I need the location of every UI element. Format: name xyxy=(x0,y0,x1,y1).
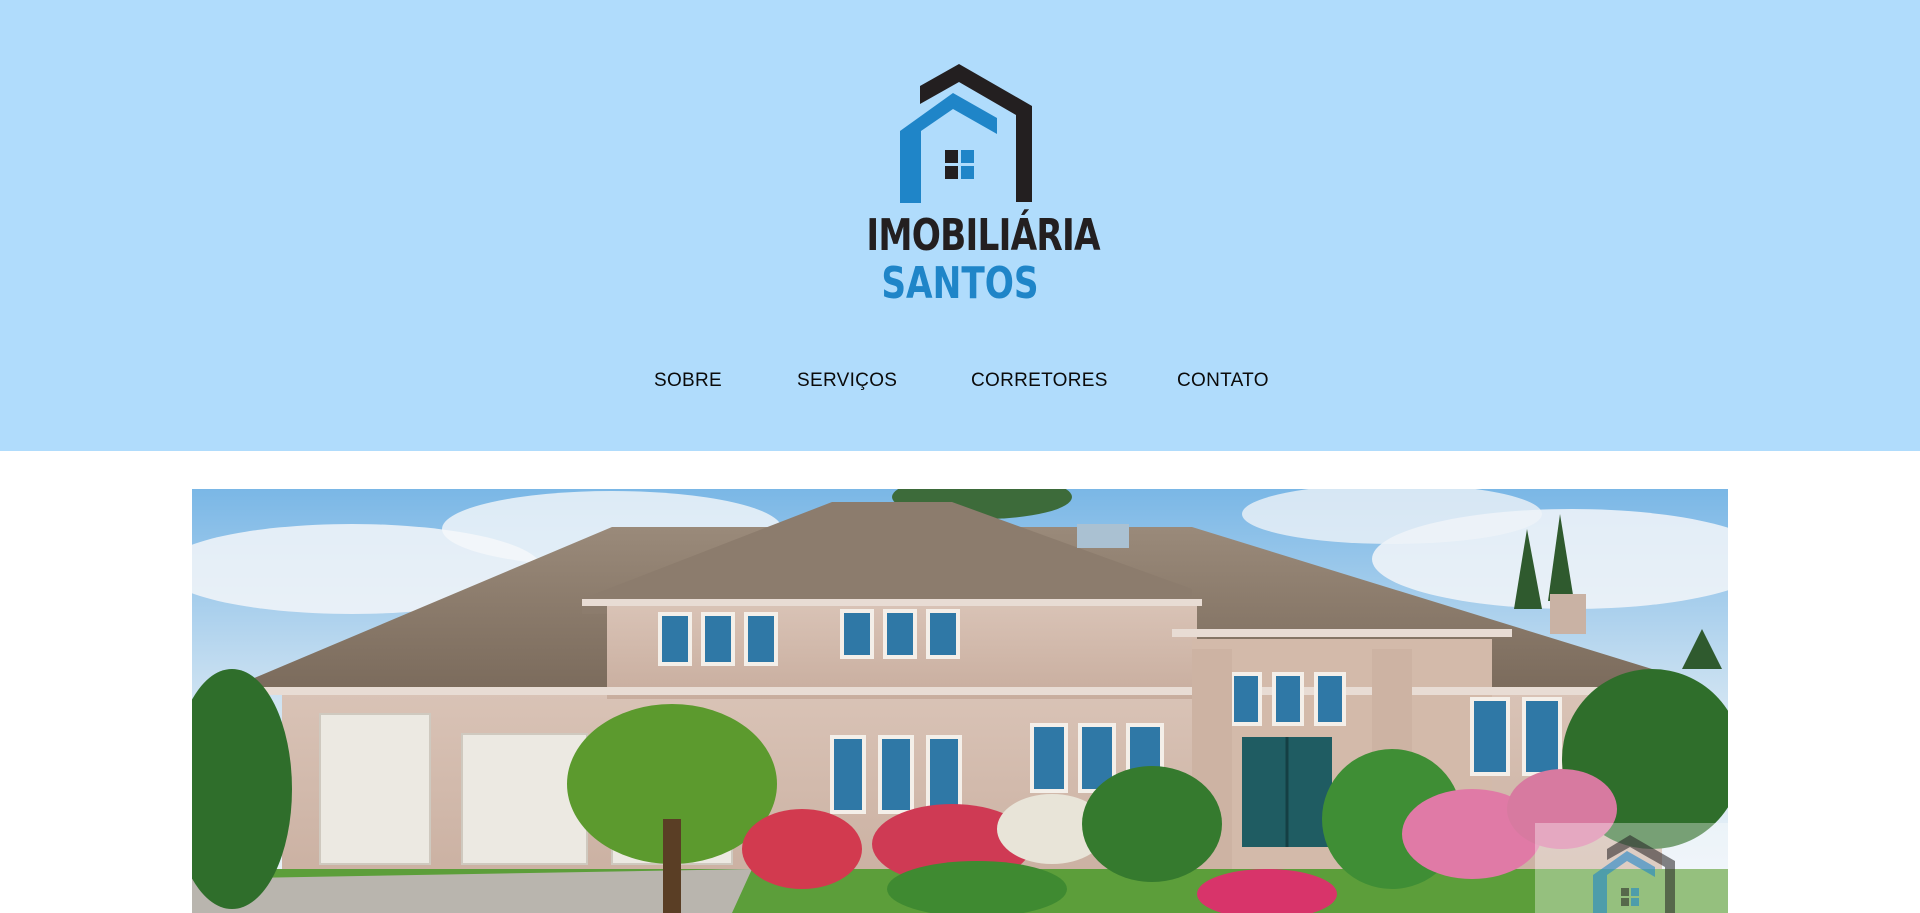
house-logo-icon xyxy=(900,64,1032,203)
site-header: IMOBILIÁRIA SANTOS SOBRE SERVIÇOS CORRET… xyxy=(0,0,1920,451)
brand-logo[interactable]: IMOBILIÁRIA SANTOS xyxy=(840,60,1101,310)
nav-item-corretores[interactable]: CORRETORES xyxy=(971,370,1108,392)
house-logo-icon xyxy=(1593,835,1675,913)
watermark-logo xyxy=(1535,823,1728,913)
main-nav: SOBRE SERVIÇOS CORRETORES CONTATO xyxy=(0,370,1920,396)
brand-name-line2: SANTOS xyxy=(881,258,1039,309)
nav-item-contato[interactable]: CONTATO xyxy=(1177,370,1269,392)
hero-image xyxy=(192,489,1728,913)
brand-name-line1: IMOBILIÁRIA xyxy=(866,210,1100,261)
nav-item-sobre[interactable]: SOBRE xyxy=(654,370,722,392)
house-photo xyxy=(192,489,1728,913)
nav-item-servicos[interactable]: SERVIÇOS xyxy=(797,370,897,392)
